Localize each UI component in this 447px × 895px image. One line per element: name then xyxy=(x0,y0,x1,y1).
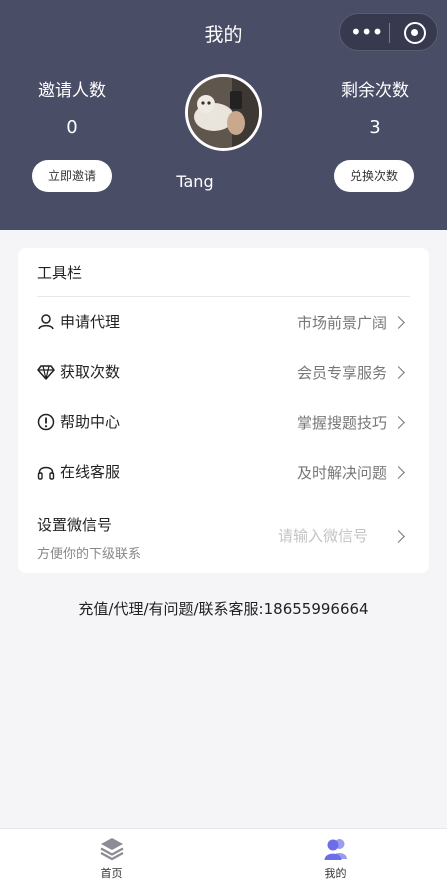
headset-icon xyxy=(37,466,55,480)
wechat-id-subtitle: 方便你的下级联系 xyxy=(37,547,142,562)
menu-item-hint: 市场前景广阔 xyxy=(296,314,387,332)
toolbar-title: 工具栏 xyxy=(37,264,83,282)
remaining-value: 3 xyxy=(369,117,381,138)
avatar-photo xyxy=(188,77,259,148)
wechat-id-title: 设置微信号 xyxy=(37,516,113,534)
chevron-right-icon xyxy=(392,316,405,329)
menu-item-label: 帮助中心 xyxy=(60,413,121,431)
toolbar-divider xyxy=(37,296,410,297)
menu-item-online-support[interactable]: 在线客服 及时解决问题 xyxy=(18,448,429,498)
tab-label: 首页 xyxy=(100,867,123,880)
menu-item-label: 申请代理 xyxy=(60,313,121,331)
profile-header: 我的 ••• 邀请人数 0 立即邀请 Tang 剩余次数 3 兑换次数 xyxy=(0,0,447,230)
tab-home[interactable]: 首页 xyxy=(0,829,223,895)
layers-icon xyxy=(100,838,124,861)
chevron-right-icon xyxy=(392,466,405,479)
capsule-divider xyxy=(389,23,390,43)
menu-item-hint: 掌握搜题技巧 xyxy=(296,414,387,432)
invite-now-button[interactable]: 立即邀请 xyxy=(32,160,112,192)
chevron-right-icon[interactable] xyxy=(392,530,405,543)
chevron-right-icon xyxy=(392,416,405,429)
bottom-tab-bar: 首页 我的 xyxy=(0,828,447,895)
user-icon xyxy=(38,314,54,330)
tab-mine[interactable]: 我的 xyxy=(224,829,447,895)
menu-item-label: 在线客服 xyxy=(60,463,121,481)
menu-item-get-times[interactable]: 获取次数 会员专享服务 xyxy=(18,348,429,398)
diamond-icon xyxy=(37,365,55,380)
remaining-label: 剩余次数 xyxy=(341,81,409,101)
menu-item-hint: 会员专享服务 xyxy=(296,364,387,382)
toolbar-card: 工具栏 申请代理 市场前景广阔 获取次数 会员专享服务 帮助中心 掌握搜题技巧 xyxy=(18,248,429,573)
wechat-id-input[interactable] xyxy=(238,524,368,548)
more-dots-icon[interactable]: ••• xyxy=(350,22,383,42)
chevron-right-icon xyxy=(392,366,405,379)
menu-item-label: 获取次数 xyxy=(60,363,121,381)
invites-label: 邀请人数 xyxy=(38,81,106,101)
invites-value: 0 xyxy=(66,117,78,138)
info-circle-icon xyxy=(37,413,55,431)
redeem-times-button[interactable]: 兑换次数 xyxy=(334,160,414,192)
contact-support-text: 充值/代理/有问题/联系客服:18655996664 xyxy=(78,600,369,618)
users-icon xyxy=(324,839,347,860)
username: Tang xyxy=(176,172,214,191)
tab-label: 我的 xyxy=(324,867,347,880)
menu-item-hint: 及时解决问题 xyxy=(296,464,387,482)
target-icon[interactable] xyxy=(404,22,426,44)
mini-program-capsule: ••• xyxy=(339,13,438,51)
avatar[interactable] xyxy=(185,74,262,151)
menu-item-apply-agent[interactable]: 申请代理 市场前景广阔 xyxy=(18,298,429,348)
menu-item-help-center[interactable]: 帮助中心 掌握搜题技巧 xyxy=(18,398,429,448)
